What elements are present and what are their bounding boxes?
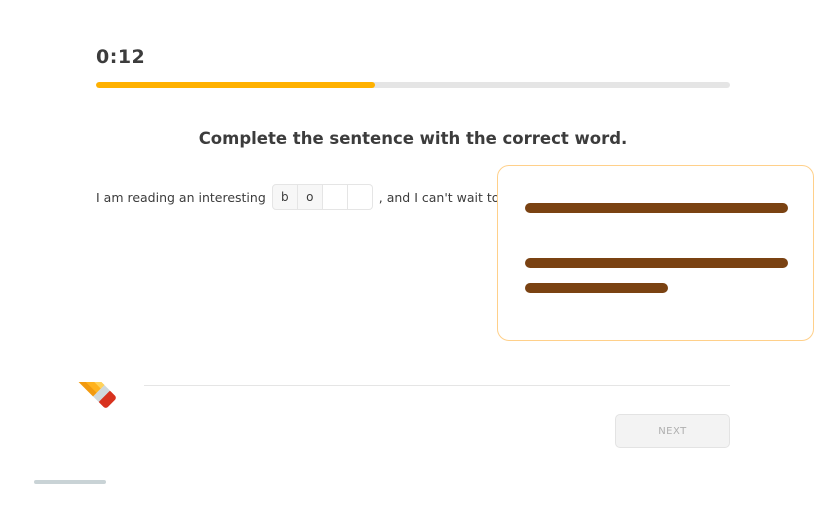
letter-box[interactable] [347,184,373,210]
next-button[interactable]: NEXT [615,414,730,448]
letter-box[interactable]: o [297,184,323,210]
letter-box[interactable] [322,184,348,210]
word-input[interactable]: b o [271,184,373,210]
instruction-heading: Complete the sentence with the correct w… [198,129,628,148]
letter-box[interactable]: b [271,184,298,210]
hint-line [525,258,788,268]
progress-fill [96,82,375,88]
progress-bar [96,82,730,88]
hint-line [525,283,668,293]
pencil-icon [34,382,116,484]
hint-line [525,203,788,213]
exercise-screen: 0:12 Complete the sentence with the corr… [0,0,816,514]
hint-card [497,165,814,341]
footer-divider [144,385,730,386]
sentence-start: I am reading an interesting [96,189,266,205]
sentence: I am reading an interesting b o , and I … [96,184,527,210]
timer: 0:12 [96,46,146,68]
